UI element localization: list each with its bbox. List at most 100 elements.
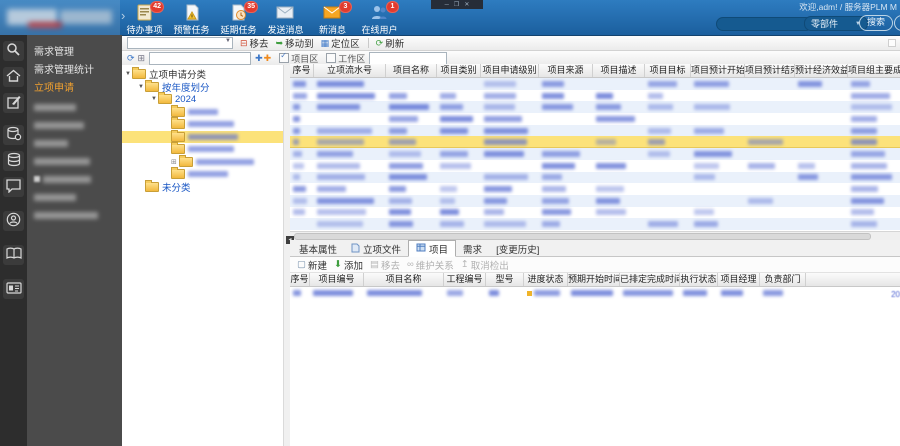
table-row[interactable]: [290, 207, 900, 219]
refresh-button[interactable]: ⟳ 刷新: [376, 36, 405, 51]
column-header-5[interactable]: 项目申请级别: [481, 64, 539, 77]
table-row[interactable]: [290, 124, 900, 137]
sidebar-item-redacted[interactable]: [27, 188, 122, 206]
scrollbar-thumb[interactable]: [294, 233, 871, 240]
expand-plus-button[interactable]: ✚: [255, 53, 263, 64]
rail-plm-logo-button[interactable]: [3, 41, 24, 61]
column-header-2[interactable]: 立项流水号: [314, 64, 386, 77]
move-to-button[interactable]: ➥ 移动到: [276, 36, 314, 51]
detail-column-header-9[interactable]: 执行状态: [680, 273, 718, 286]
table-row[interactable]: [290, 183, 900, 195]
table-row[interactable]: [290, 90, 900, 102]
tab-变更历史[interactable]: [变更历史]: [489, 242, 546, 256]
add-plus-button[interactable]: ✚: [264, 53, 272, 64]
quick-filter-input[interactable]: [369, 51, 448, 65]
table-row[interactable]: [290, 78, 900, 90]
tab-基本属性[interactable]: 基本属性: [292, 242, 344, 256]
column-header-6[interactable]: 项目来源: [539, 64, 593, 77]
tab-立项文件[interactable]: 立项文件: [344, 242, 408, 256]
minimize-icon[interactable]: ─: [445, 2, 449, 8]
tree-node-按年度划分[interactable]: ▼ 按年度划分: [122, 79, 283, 94]
rail-book-button[interactable]: [3, 245, 24, 265]
rail-home-button[interactable]: [3, 67, 24, 87]
sidebar-item-1[interactable]: 需求管理: [27, 44, 122, 62]
detail-column-header-8[interactable]: 已排定完成时间: [620, 273, 680, 286]
restore-icon[interactable]: ❐: [454, 1, 459, 8]
tab-项目[interactable]: 项目: [408, 240, 457, 257]
detail-column-header-10[interactable]: 项目经理: [718, 273, 760, 286]
table-row[interactable]: [290, 136, 900, 149]
新建-button[interactable]: ▢ 新建: [297, 258, 327, 272]
column-header-8[interactable]: 项目目标: [645, 64, 691, 77]
sidebar-item-redacted[interactable]: [27, 170, 122, 188]
table-row[interactable]: [290, 101, 900, 114]
new-message-button[interactable]: 新消息 3: [309, 1, 356, 36]
todo-tasks-button[interactable]: 待办事项 42: [121, 1, 168, 36]
sidebar-item-3[interactable]: 立项申请: [27, 80, 122, 98]
sidebar-item-redacted[interactable]: [27, 152, 122, 170]
table-row[interactable]: [290, 113, 900, 125]
tree-filter-combo[interactable]: ▼: [127, 37, 233, 49]
column-header-11[interactable]: 预计经济效益: [795, 64, 848, 77]
tree-toggle-icon[interactable]: ⊞: [171, 158, 177, 166]
search-button[interactable]: 搜索: [859, 15, 893, 31]
detail-column-header-6[interactable]: 进度状态: [524, 273, 568, 286]
toolbar-mini-button[interactable]: [888, 39, 896, 47]
column-header-9[interactable]: 项目预计开始...: [691, 64, 745, 77]
table-row[interactable]: [290, 218, 900, 230]
tree-node[interactable]: [122, 104, 283, 119]
detail-column-header-11[interactable]: 负责部门: [760, 273, 806, 286]
detail-column-header-1[interactable]: 序号: [290, 273, 310, 286]
column-header-7[interactable]: 项目描述: [593, 64, 645, 77]
tree-node[interactable]: [122, 167, 283, 181]
tree-node-立项申请分类[interactable]: ▼ 立项申请分类: [122, 67, 283, 81]
locate-button[interactable]: ▦ 定位区: [321, 36, 360, 51]
sidebar-item-2[interactable]: 需求管理统计: [27, 62, 122, 80]
rail-database-button[interactable]: [3, 151, 24, 171]
column-header-12[interactable]: 项目组主要成员: [848, 64, 900, 77]
sidebar-item-redacted[interactable]: [27, 116, 122, 134]
collapse-all-button[interactable]: ⊞: [138, 53, 146, 64]
send-message-button[interactable]: 发送消息: [262, 3, 309, 36]
detail-column-header-4[interactable]: 工程编号: [444, 273, 486, 286]
table-row[interactable]: [290, 194, 900, 207]
detail-column-header-7[interactable]: 预期开始时间: [568, 273, 620, 286]
tree-search-input[interactable]: [149, 51, 252, 65]
tab-需求[interactable]: 需求: [456, 242, 489, 256]
workspace-checkbox[interactable]: [326, 53, 337, 63]
advanced-search-button-cut[interactable]: [894, 15, 900, 31]
column-header-4[interactable]: 项目类别: [437, 64, 481, 77]
detail-column-header-2[interactable]: 项目编号: [310, 273, 364, 286]
tree-expand-arrow-icon[interactable]: ▼: [137, 84, 145, 90]
project-area-checkbox[interactable]: [279, 51, 290, 63]
tree-expand-arrow-icon[interactable]: ▼: [150, 96, 158, 102]
tree-node-2024[interactable]: ▼ 2024: [122, 92, 283, 106]
tree-node[interactable]: [122, 117, 283, 131]
detail-column-header-5[interactable]: 型号: [486, 273, 524, 286]
table-row[interactable]: [290, 171, 900, 184]
添加-button[interactable]: ⬇ 添加: [334, 258, 363, 272]
table-row[interactable]: [290, 148, 900, 160]
horizontal-scrollbar[interactable]: [290, 231, 900, 240]
column-header-1[interactable]: 序号: [290, 64, 314, 77]
rail-user-circle-button[interactable]: [3, 211, 24, 231]
sidebar-item-redacted[interactable]: [27, 206, 122, 224]
detail-table-row[interactable]: 20: [290, 287, 900, 299]
tree-expand-arrow-icon[interactable]: ▼: [124, 71, 132, 77]
warning-tasks-button[interactable]: 预警任务: [168, 3, 215, 36]
sidebar-item-redacted[interactable]: [27, 98, 122, 116]
search-input[interactable]: [716, 17, 813, 31]
rail-id-card-button[interactable]: [3, 279, 24, 299]
tree-refresh-button[interactable]: ⟳: [127, 53, 135, 64]
overdue-tasks-button[interactable]: 延期任务 35: [215, 1, 262, 36]
tree-node[interactable]: [122, 142, 283, 156]
column-header-10[interactable]: 项目预计结束...: [745, 64, 795, 77]
detail-column-header-3[interactable]: 项目名称: [364, 273, 444, 286]
remove-button[interactable]: ⊟ 移去: [240, 36, 269, 51]
sidebar-item-redacted[interactable]: [27, 134, 122, 152]
rail-edit-button[interactable]: [3, 93, 24, 113]
tree-node[interactable]: ⊞: [122, 154, 283, 169]
tree-node-未分类[interactable]: 未分类: [122, 179, 283, 194]
close-icon[interactable]: ✕: [464, 1, 469, 8]
rail-chat-button[interactable]: [3, 177, 24, 197]
